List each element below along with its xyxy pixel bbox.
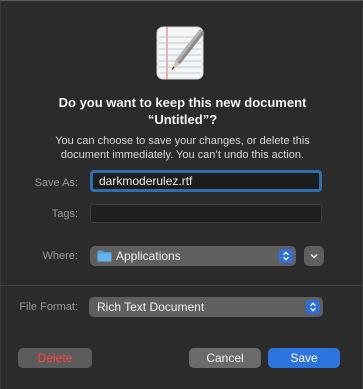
- save-as-label: Save As:: [34, 177, 78, 189]
- where-value: Applications: [116, 249, 181, 263]
- dialog-title-line1: Do you want to keep this new document: [58, 95, 307, 110]
- delete-button[interactable]: Delete: [18, 348, 92, 368]
- expand-browser-button[interactable]: [304, 246, 324, 266]
- tags-label: Tags:: [51, 208, 78, 220]
- divider: [1, 285, 363, 286]
- save-button[interactable]: Save: [268, 348, 340, 368]
- dialog-message: You can choose to save your changes, or …: [1, 134, 363, 162]
- dialog-message-line1: You can choose to save your changes, or …: [55, 135, 310, 147]
- cancel-button[interactable]: Cancel: [189, 348, 261, 368]
- chevron-up-down-icon: [279, 249, 293, 263]
- chevron-down-icon: [310, 253, 318, 259]
- where-label: Where:: [42, 250, 78, 262]
- file-format-label: File Format:: [19, 301, 78, 313]
- textedit-app-icon: [156, 26, 205, 80]
- folder-icon: [97, 250, 112, 262]
- file-format-popup[interactable]: Rich Text Document: [89, 297, 323, 317]
- save-dialog: Do you want to keep this new document “U…: [0, 0, 363, 389]
- where-popup[interactable]: Applications: [90, 246, 296, 266]
- chevron-up-down-icon: [306, 300, 320, 314]
- dialog-title: Do you want to keep this new document “U…: [1, 94, 363, 128]
- tags-field[interactable]: [90, 204, 322, 223]
- save-as-value: darkmoderulez.rtf: [99, 174, 193, 188]
- save-as-field[interactable]: darkmoderulez.rtf: [90, 170, 322, 192]
- dialog-title-line2: “Untitled”?: [147, 112, 218, 127]
- file-format-value: Rich Text Document: [97, 300, 205, 314]
- dialog-message-line2: document immediately. You can’t undo thi…: [60, 149, 305, 161]
